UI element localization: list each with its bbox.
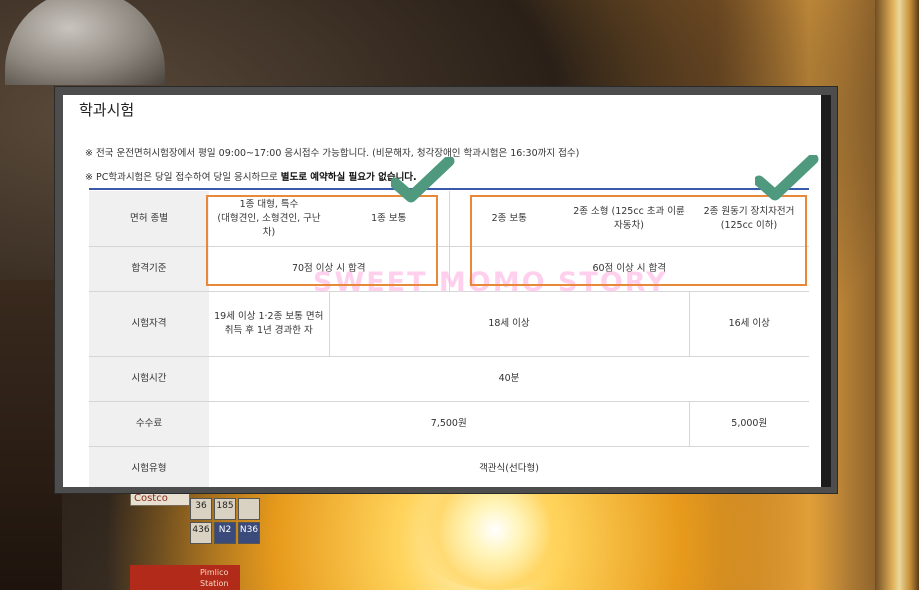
bus-number: N36 [238, 522, 260, 544]
document-panel: 학과시험 ※ 전국 운전면허시험장에서 평일 09:00~17:00 응시접수 … [63, 95, 831, 487]
bus-number: 436 [190, 522, 212, 544]
row-label-eligibility: 시험자격 [89, 291, 209, 357]
bus-number: 36 [190, 498, 212, 520]
background-dome [5, 0, 165, 85]
background-station-sign: Pimlico Station [130, 565, 240, 590]
table-row: 수수료 7,500원 5,000원 [89, 401, 809, 447]
bus-number: 185 [214, 498, 236, 520]
background-building [0, 280, 62, 590]
page-title: 학과시험 [79, 101, 135, 119]
row-label-exam-time: 시험시간 [89, 356, 209, 402]
table-row: 시험시간 40분 [89, 356, 809, 402]
bus-number: N2 [214, 522, 236, 544]
row-label-license-type: 면허 종별 [89, 191, 209, 247]
notice-pc-exam: ※ PC학과시험은 당일 접수하여 당일 응시하므로 별도로 예약하실 필요가 … [85, 169, 417, 183]
cell-eligibility-18: 18세 이상 [329, 291, 690, 357]
row-label-exam-type: 시험유형 [89, 446, 209, 487]
check-mark-icon [755, 155, 819, 201]
cell-eligibility-class1-large: 19세 이상 1·2종 보통 면허 취득 후 1년 경과한 자 [209, 291, 330, 357]
cell-exam-type: 객관식(선다형) [209, 446, 809, 487]
table-row: 시험자격 19세 이상 1·2종 보통 면허 취득 후 1년 경과한 자 18세… [89, 291, 809, 357]
row-label-pass-criteria: 합격기준 [89, 246, 209, 292]
check-mark-icon [391, 157, 455, 203]
notice-reception-hours: ※ 전국 운전면허시험장에서 평일 09:00~17:00 응시접수 가능합니다… [85, 148, 580, 159]
cell-exam-time: 40분 [209, 356, 809, 402]
highlight-box-class1 [206, 195, 438, 286]
notice-pc-exam-text: ※ PC학과시험은 당일 접수하여 당일 응시하므로 [85, 172, 281, 183]
background-tower [875, 0, 919, 590]
highlight-box-class2 [470, 195, 807, 286]
table-row: 시험유형 객관식(선다형) [89, 446, 809, 487]
document-frame: 학과시험 ※ 전국 운전면허시험장에서 평일 09:00~17:00 응시접수 … [54, 86, 838, 494]
bus-number [238, 498, 260, 520]
row-label-fee: 수수료 [89, 401, 209, 447]
cell-eligibility-16: 16세 이상 [689, 291, 809, 357]
background-bus-stop-sign: 36 185 436 N2 N36 [190, 498, 260, 544]
cell-fee-main: 7,500원 [209, 401, 690, 447]
cell-fee-moped: 5,000원 [689, 401, 809, 447]
